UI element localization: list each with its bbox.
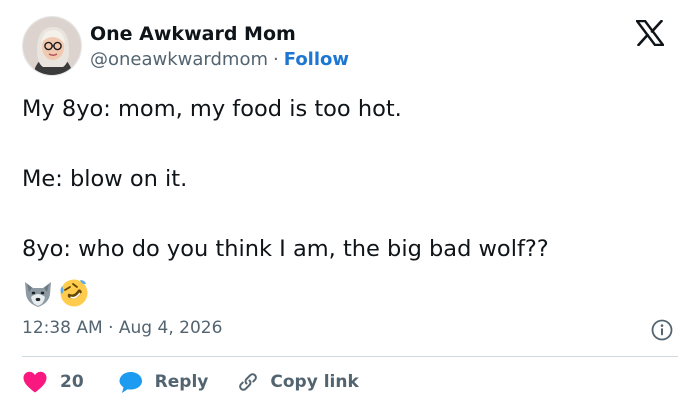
avatar[interactable] <box>22 16 82 76</box>
tweet-timestamp[interactable]: 12:38 AM · Aug 4, 2026 <box>22 318 222 338</box>
like-count: 20 <box>60 372 84 392</box>
tweet-text: My 8yo: mom, my food is too hot. Me: blo… <box>22 93 672 266</box>
divider <box>22 356 678 357</box>
author-name[interactable]: One Awkward Mom <box>90 23 296 45</box>
heart-icon <box>23 371 47 393</box>
tweet-line: My 8yo: mom, my food is too hot. <box>22 96 402 122</box>
copy-link-label: Copy link <box>270 372 359 392</box>
copy-link-button[interactable]: Copy link <box>236 370 359 394</box>
like-button[interactable]: 20 <box>22 370 84 394</box>
tweet-emojis <box>22 277 90 309</box>
info-icon[interactable] <box>651 319 673 341</box>
reply-bubble-icon <box>119 372 142 393</box>
reply-button[interactable]: Reply <box>118 370 209 394</box>
follow-button[interactable]: Follow <box>284 49 349 70</box>
tweet-line: 8yo: who do you think I am, the big bad … <box>22 236 549 262</box>
rolling-on-floor-laughing-emoji-icon <box>60 279 88 307</box>
link-icon <box>239 373 258 391</box>
wolf-emoji-icon <box>25 282 51 307</box>
separator-dot: · <box>273 49 279 70</box>
author-handle-line: @oneawkwardmom · Follow <box>90 49 349 70</box>
reply-label: Reply <box>154 372 209 392</box>
x-logo-icon[interactable] <box>635 19 665 47</box>
author-handle[interactable]: @oneawkwardmom <box>90 49 268 70</box>
user-avatar-icon <box>23 17 81 75</box>
tweet-line: Me: blow on it. <box>22 166 188 192</box>
tweet-actions: 20 Reply Copy link <box>22 368 359 396</box>
